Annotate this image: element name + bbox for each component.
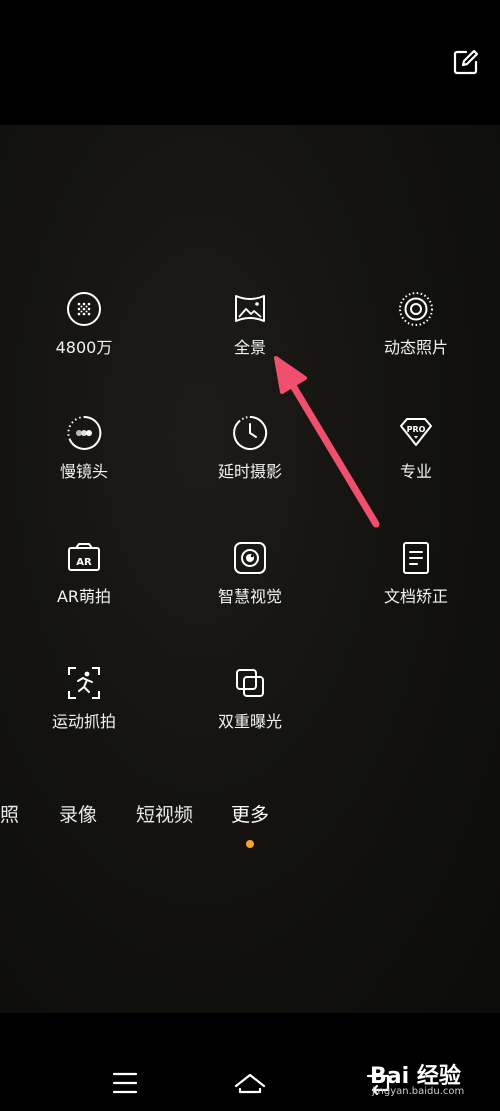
mode-label: 文档矫正 (383, 587, 448, 606)
home-button[interactable] (233, 1066, 267, 1100)
mode-document[interactable]: 文档矫正 (356, 539, 476, 639)
mode-label: 全景 (233, 338, 266, 357)
edit-button[interactable] (452, 48, 480, 76)
menu-icon (112, 1072, 138, 1094)
home-icon (234, 1073, 266, 1094)
mode-label: 智慧视觉 (217, 587, 282, 606)
mode-label: 慢镜头 (59, 462, 108, 481)
mode-timelapse[interactable]: 延时摄影 (190, 414, 310, 514)
baidu-watermark: Bai 经验 jingyan.baidu.com (370, 1058, 500, 1108)
document-icon (397, 539, 435, 577)
mode-label: 4800万 (55, 338, 113, 357)
live-photo-icon (397, 290, 435, 328)
mode-label: 运动抓拍 (51, 712, 116, 731)
mode-live-photo[interactable]: 动态照片 (356, 290, 476, 390)
mode-label: 专业 (399, 462, 432, 481)
panorama-icon (231, 290, 269, 328)
svg-text:AR: AR (76, 557, 92, 568)
mode-48mp[interactable]: 4800万 (24, 290, 144, 390)
mode-panorama[interactable]: 全景 (190, 290, 310, 390)
mode-slow-motion[interactable]: 慢镜头 (24, 414, 144, 514)
mode-label: 延时摄影 (217, 462, 282, 481)
camera-more-modes-screen: 4800万 全景 动态照片 慢镜头 延时摄影 PRO 专业 AR AR萌拍 智慧… (0, 0, 500, 1111)
mode-double-exposure[interactable]: 双重曝光 (190, 664, 310, 764)
motion-capture-icon (65, 664, 103, 702)
48mp-grid-icon (65, 290, 103, 328)
tab-short-video[interactable]: 短视频 (136, 800, 193, 827)
top-bar (0, 0, 500, 125)
edit-icon (453, 49, 479, 75)
active-tab-indicator (246, 840, 254, 848)
double-exposure-icon (231, 664, 269, 702)
tab-more[interactable]: 更多 (231, 800, 269, 827)
mode-motion-capture[interactable]: 运动抓拍 (24, 664, 144, 764)
ar-icon: AR (65, 539, 103, 577)
mode-label: 动态照片 (383, 338, 448, 357)
tab-video[interactable]: 录像 (59, 800, 97, 827)
mode-pro[interactable]: PRO 专业 (356, 414, 476, 514)
mode-label: 双重曝光 (217, 712, 282, 731)
menu-button[interactable] (108, 1066, 142, 1100)
slow-motion-icon (65, 414, 103, 452)
pro-icon: PRO (397, 414, 435, 452)
tab-photo[interactable]: 照 (0, 800, 19, 827)
mode-label: AR萌拍 (56, 587, 112, 606)
mode-smart-vision[interactable]: 智慧视觉 (190, 539, 310, 639)
mode-ar[interactable]: AR AR萌拍 (24, 539, 144, 639)
mode-tabs: 照 录像 短视频 更多 (0, 800, 500, 840)
smart-vision-icon (231, 539, 269, 577)
timelapse-icon (231, 414, 269, 452)
watermark-url: jingyan.baidu.com (372, 1086, 465, 1097)
svg-text:PRO: PRO (407, 425, 426, 434)
